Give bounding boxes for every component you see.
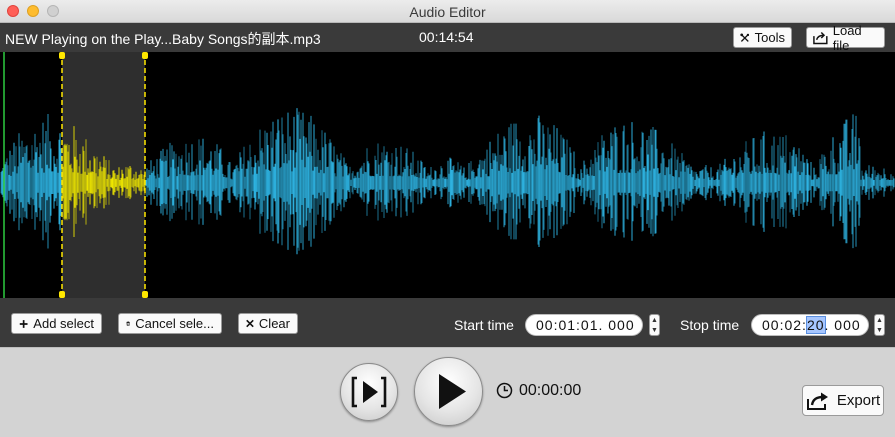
cancel-select-label: Cancel sele... — [135, 316, 214, 331]
file-name: NEW Playing on the Play...Baby Songs的副本.… — [5, 31, 321, 47]
file-duration: 00:14:54 — [419, 29, 474, 45]
close-x-icon — [246, 319, 254, 328]
add-select-label: Add select — [33, 316, 94, 331]
selection-end-handle-bottom — [142, 291, 148, 298]
plus-icon — [19, 319, 28, 328]
trash-icon — [126, 321, 130, 326]
load-file-button[interactable]: Load file — [806, 23, 885, 53]
play-selection-icon — [351, 376, 387, 408]
selection-controls-bar: Add select Cancel sele... Clear Start ti… — [0, 298, 895, 347]
play-selection-button[interactable] — [340, 363, 398, 421]
stop-time-label: Stop time — [680, 317, 740, 333]
stop-time-value-suffix: . 000 — [824, 317, 861, 333]
start-time-label: Start time — [454, 317, 514, 333]
elapsed-time: 00:00:00 — [519, 382, 582, 399]
stepper-down-icon[interactable]: ▼ — [651, 327, 658, 334]
start-time-stepper[interactable]: ▲ ▼ — [649, 314, 660, 336]
stop-time-selected-segment: 20 — [805, 316, 826, 334]
window-title: Audio Editor — [409, 4, 486, 20]
export-label: Export — [836, 392, 881, 409]
load-file-label: Load file — [832, 22, 862, 53]
tools-icon — [740, 33, 749, 42]
stop-time-value-prefix: 00:02: — [762, 317, 807, 333]
stepper-down-icon[interactable]: ▼ — [876, 327, 883, 334]
stepper-up-icon[interactable]: ▲ — [651, 317, 658, 324]
add-select-button[interactable]: Add select — [11, 313, 102, 334]
clear-label: Clear — [258, 316, 290, 331]
stop-time-input[interactable]: 00:02: 20. 000 — [751, 314, 869, 336]
clock-icon — [496, 382, 513, 399]
title-bar: Audio Editor — [0, 0, 895, 23]
load-file-icon — [813, 31, 828, 44]
selection-end-handle-top — [142, 52, 148, 59]
export-button[interactable]: Export — [802, 385, 884, 416]
stepper-up-icon[interactable]: ▲ — [876, 317, 883, 324]
stop-time-stepper[interactable]: ▲ ▼ — [874, 314, 885, 336]
start-time-value: 00:01:01. 000 — [536, 317, 635, 333]
waveform-view[interactable] — [0, 52, 895, 298]
waveform-canvas — [0, 52, 895, 298]
playback-bar: 00:00:00 Export — [0, 347, 895, 437]
start-time-input[interactable]: 00:01:01. 000 — [525, 314, 643, 336]
cancel-select-button[interactable]: Cancel sele... — [118, 313, 222, 334]
selection-start-handle-top — [59, 52, 65, 59]
clear-button[interactable]: Clear — [238, 313, 298, 334]
tools-button[interactable]: Tools — [733, 27, 792, 48]
selection-start-handle-bottom — [59, 291, 65, 298]
play-icon — [439, 374, 466, 409]
tools-label: Tools — [754, 30, 785, 45]
export-icon — [806, 392, 828, 410]
file-info-bar: NEW Playing on the Play...Baby Songs的副本.… — [0, 23, 895, 53]
play-button[interactable] — [414, 357, 483, 426]
